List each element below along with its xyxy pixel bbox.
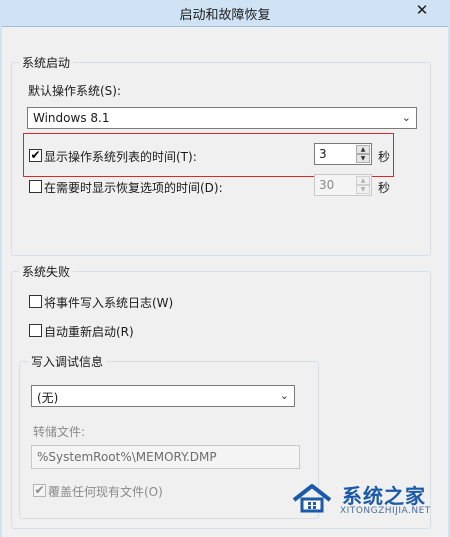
overwrite-label: 覆盖任何现有文件(O) <box>48 485 163 499</box>
auto-restart-checkbox[interactable] <box>29 324 42 337</box>
show-os-list-checkbox[interactable]: ✔ <box>29 149 42 162</box>
watermark-name: 系统之家 <box>342 484 426 508</box>
spin-up-button[interactable]: ▲ <box>356 145 370 154</box>
show-os-list-unit: 秒 <box>378 150 391 164</box>
spin-up-icon: ▲ <box>360 146 366 153</box>
system-failure-legend: 系统失败 <box>19 263 74 280</box>
show-recovery-time-input[interactable]: 30 ▲ ▼ <box>314 174 372 196</box>
debug-info-value: (无) <box>37 391 59 405</box>
debug-info-select[interactable]: (无) ⌄ <box>31 385 295 407</box>
spin-down-button[interactable]: ▼ <box>356 154 370 163</box>
show-os-list-label: 显示操作系统列表的时间(T): <box>44 150 197 164</box>
show-os-list-time-value: 3 <box>319 147 327 161</box>
show-recovery-label: 在需要时显示恢复选项的时间(D): <box>44 181 223 195</box>
checkmark-icon: ✔ <box>34 483 45 497</box>
write-event-log-label: 将事件写入系统日志(W) <box>44 296 174 310</box>
spin-down-button[interactable]: ▼ <box>356 185 370 194</box>
overwrite-checkbox[interactable]: ✔ <box>33 484 46 497</box>
show-recovery-time-value: 30 <box>319 178 335 192</box>
chevron-down-icon: ⌄ <box>401 111 411 124</box>
close-icon: ✕ <box>415 1 429 19</box>
spin-down-icon: ▼ <box>360 155 366 162</box>
house-logo-icon <box>292 484 332 513</box>
checkmark-icon: ✔ <box>30 148 41 162</box>
default-os-label: 默认操作系统(S): <box>28 84 122 98</box>
default-os-select[interactable]: Windows 8.1 ⌄ <box>27 107 417 129</box>
chevron-down-icon: ⌄ <box>279 389 289 402</box>
show-recovery-checkbox[interactable] <box>29 180 42 193</box>
watermark: 系统之家 XITONGZHIJIA.NET <box>290 480 446 524</box>
window-frame-left <box>0 26 2 537</box>
system-startup-legend: 系统启动 <box>19 54 74 71</box>
debug-info-legend: 写入调试信息 <box>28 353 107 370</box>
watermark-url: XITONGZHIJIA.NET <box>340 506 431 516</box>
spin-down-icon: ▼ <box>360 186 366 193</box>
write-event-log-checkbox[interactable] <box>29 295 42 308</box>
title-bar: 启动和故障恢复 ✕ <box>0 0 450 27</box>
spin-up-button[interactable]: ▲ <box>356 176 370 185</box>
close-button[interactable]: ✕ <box>400 0 444 20</box>
dump-file-input[interactable]: %SystemRoot%\MEMORY.DMP <box>31 445 300 469</box>
dump-file-value: %SystemRoot%\MEMORY.DMP <box>37 450 217 464</box>
spin-up-icon: ▲ <box>360 177 366 184</box>
auto-restart-label: 自动重新启动(R) <box>44 325 134 339</box>
window-title: 启动和故障恢复 <box>179 8 271 23</box>
default-os-value: Windows 8.1 <box>33 111 110 125</box>
show-os-list-time-input[interactable]: 3 ▲ ▼ <box>314 143 372 165</box>
dump-file-label: 转储文件: <box>33 425 86 439</box>
show-recovery-unit: 秒 <box>378 181 391 195</box>
